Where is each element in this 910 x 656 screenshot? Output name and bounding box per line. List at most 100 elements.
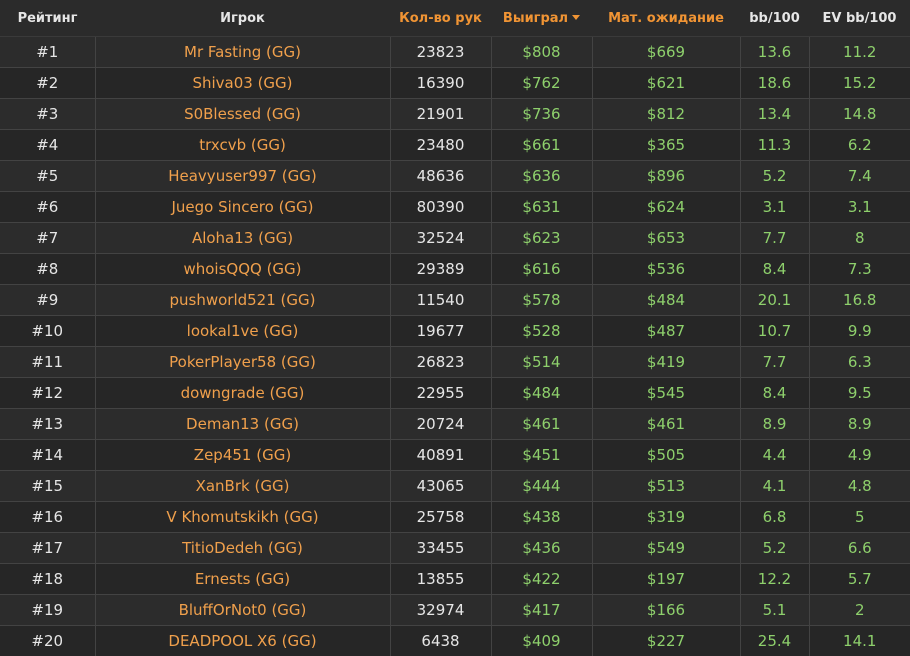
evbb100-cell: 6.2: [809, 130, 910, 161]
won-cell: $631: [491, 192, 592, 223]
hands-cell: 48636: [390, 161, 491, 192]
player-link[interactable]: whoisQQQ (GG): [183, 260, 301, 278]
ev-cell: $365: [592, 130, 740, 161]
player-link[interactable]: pushworld521 (GG): [169, 291, 315, 309]
bb100-cell: 5.1: [740, 595, 809, 626]
header-row: Рейтинг Игрок Кол-во рук Выиграл Мат. ож…: [0, 0, 910, 37]
bb100-cell: 7.7: [740, 223, 809, 254]
rank-cell: #11: [0, 347, 95, 378]
table-row: #18Ernests (GG)13855$422$19712.25.7: [0, 564, 910, 595]
player-link[interactable]: trxcvb (GG): [199, 136, 286, 154]
player-cell: whoisQQQ (GG): [95, 254, 390, 285]
table-row: #3S0Blessed (GG)21901$736$81213.414.8: [0, 99, 910, 130]
player-link[interactable]: S0Blessed (GG): [184, 105, 301, 123]
evbb100-cell: 2: [809, 595, 910, 626]
header-ev-sort[interactable]: Мат. ожидание: [592, 0, 740, 37]
player-link[interactable]: Mr Fasting (GG): [184, 43, 301, 61]
ev-cell: $319: [592, 502, 740, 533]
evbb100-cell: 6.3: [809, 347, 910, 378]
evbb100-cell: 15.2: [809, 68, 910, 99]
ev-cell: $197: [592, 564, 740, 595]
hands-cell: 21901: [390, 99, 491, 130]
header-rank: Рейтинг: [0, 0, 95, 37]
won-cell: $578: [491, 285, 592, 316]
won-cell: $444: [491, 471, 592, 502]
bb100-cell: 6.8: [740, 502, 809, 533]
player-link[interactable]: Aloha13 (GG): [192, 229, 293, 247]
header-hands-sort[interactable]: Кол-во рук: [390, 0, 491, 37]
rank-cell: #14: [0, 440, 95, 471]
header-evbb100: EV bb/100: [809, 0, 910, 37]
evbb100-cell: 11.2: [809, 37, 910, 68]
rank-cell: #5: [0, 161, 95, 192]
table-row: #12downgrade (GG)22955$484$5458.49.5: [0, 378, 910, 409]
won-cell: $436: [491, 533, 592, 564]
bb100-cell: 8.9: [740, 409, 809, 440]
player-cell: trxcvb (GG): [95, 130, 390, 161]
hands-cell: 11540: [390, 285, 491, 316]
hands-cell: 16390: [390, 68, 491, 99]
rank-cell: #7: [0, 223, 95, 254]
player-link[interactable]: Juego Sincero (GG): [171, 198, 313, 216]
bb100-cell: 5.2: [740, 161, 809, 192]
bb100-cell: 8.4: [740, 254, 809, 285]
header-won-sort[interactable]: Выиграл: [491, 0, 592, 37]
table-row: #6Juego Sincero (GG)80390$631$6243.13.1: [0, 192, 910, 223]
hands-cell: 40891: [390, 440, 491, 471]
hands-cell: 13855: [390, 564, 491, 595]
hands-cell: 19677: [390, 316, 491, 347]
player-link[interactable]: Zep451 (GG): [194, 446, 291, 464]
player-link[interactable]: Deman13 (GG): [186, 415, 299, 433]
player-link[interactable]: downgrade (GG): [181, 384, 305, 402]
table-row: #19BluffOrNot0 (GG)32974$417$1665.12: [0, 595, 910, 626]
rank-cell: #18: [0, 564, 95, 595]
evbb100-cell: 8: [809, 223, 910, 254]
table-row: #8whoisQQQ (GG)29389$616$5368.47.3: [0, 254, 910, 285]
evbb100-cell: 3.1: [809, 192, 910, 223]
rank-cell: #9: [0, 285, 95, 316]
hands-cell: 80390: [390, 192, 491, 223]
ev-cell: $812: [592, 99, 740, 130]
player-link[interactable]: PokerPlayer58 (GG): [169, 353, 316, 371]
sort-desc-icon: [572, 15, 580, 20]
rank-cell: #3: [0, 99, 95, 130]
player-link[interactable]: TitioDedeh (GG): [182, 539, 303, 557]
hands-cell: 43065: [390, 471, 491, 502]
table-row: #15XanBrk (GG)43065$444$5134.14.8: [0, 471, 910, 502]
won-cell: $661: [491, 130, 592, 161]
player-link[interactable]: DEADPOOL X6 (GG): [168, 632, 316, 650]
header-player: Игрок: [95, 0, 390, 37]
player-cell: V Khomutskikh (GG): [95, 502, 390, 533]
player-cell: TitioDedeh (GG): [95, 533, 390, 564]
player-cell: Mr Fasting (GG): [95, 37, 390, 68]
hands-cell: 23823: [390, 37, 491, 68]
evbb100-cell: 16.8: [809, 285, 910, 316]
table-row: #2Shiva03 (GG)16390$762$62118.615.2: [0, 68, 910, 99]
player-cell: pushworld521 (GG): [95, 285, 390, 316]
hands-cell: 22955: [390, 378, 491, 409]
won-cell: $451: [491, 440, 592, 471]
player-link[interactable]: BluffOrNot0 (GG): [179, 601, 307, 619]
hands-cell: 29389: [390, 254, 491, 285]
player-link[interactable]: V Khomutskikh (GG): [166, 508, 318, 526]
player-link[interactable]: Shiva03 (GG): [192, 74, 292, 92]
evbb100-cell: 4.9: [809, 440, 910, 471]
player-link[interactable]: XanBrk (GG): [196, 477, 290, 495]
ev-cell: $419: [592, 347, 740, 378]
ev-cell: $549: [592, 533, 740, 564]
rank-cell: #13: [0, 409, 95, 440]
rank-cell: #6: [0, 192, 95, 223]
player-cell: BluffOrNot0 (GG): [95, 595, 390, 626]
evbb100-cell: 8.9: [809, 409, 910, 440]
rank-cell: #12: [0, 378, 95, 409]
ev-cell: $505: [592, 440, 740, 471]
player-link[interactable]: Ernests (GG): [195, 570, 290, 588]
ev-cell: $513: [592, 471, 740, 502]
player-cell: XanBrk (GG): [95, 471, 390, 502]
evbb100-cell: 7.3: [809, 254, 910, 285]
evbb100-cell: 9.9: [809, 316, 910, 347]
player-link[interactable]: lookal1ve (GG): [187, 322, 299, 340]
player-link[interactable]: Heavyuser997 (GG): [168, 167, 317, 185]
table-row: #1Mr Fasting (GG)23823$808$66913.611.2: [0, 37, 910, 68]
won-cell: $484: [491, 378, 592, 409]
